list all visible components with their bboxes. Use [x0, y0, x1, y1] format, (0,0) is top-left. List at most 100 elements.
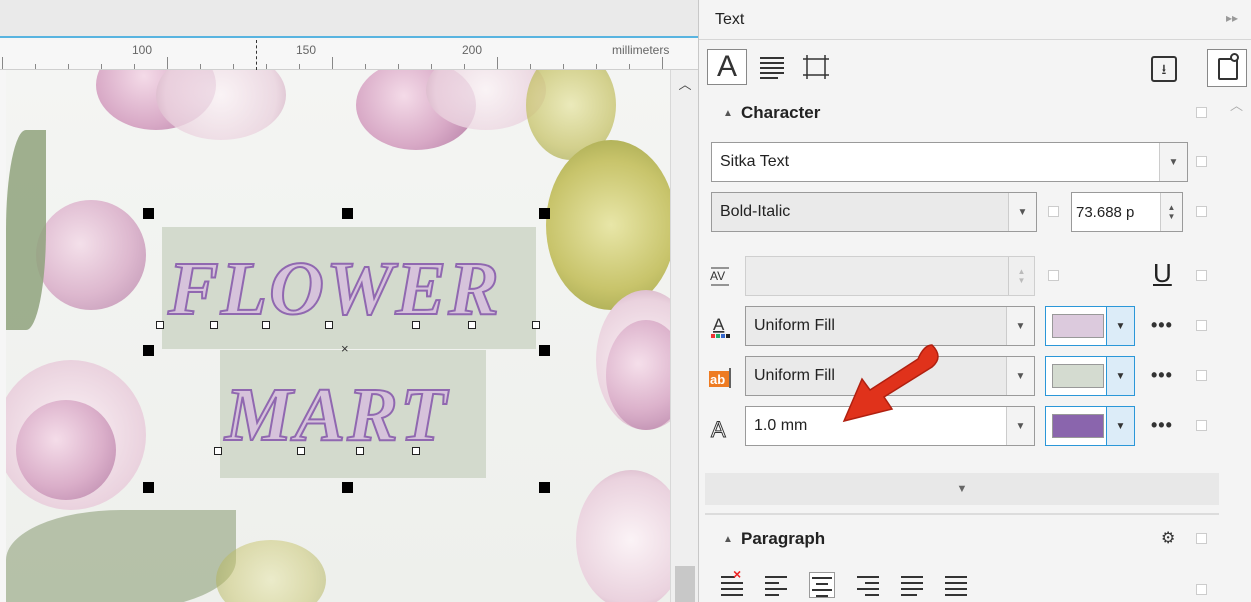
- font-family-lock-box[interactable]: [1196, 156, 1207, 167]
- svg-text:A: A: [713, 315, 725, 334]
- text-fill-icon: A: [707, 312, 735, 340]
- no-alignment-icon[interactable]: ×: [719, 566, 745, 598]
- background-fill-color-picker[interactable]: ▼: [1045, 356, 1135, 396]
- dropdown-arrow-icon[interactable]: ▼: [1006, 357, 1034, 395]
- character-section-header[interactable]: ▲ Character: [699, 94, 1219, 132]
- font-style-dropdown[interactable]: Bold-Italic ▼: [711, 192, 1037, 232]
- glyph-node[interactable]: [412, 321, 420, 329]
- frame-tab-icon[interactable]: [799, 49, 833, 85]
- freeze-docker-icon[interactable]: [1207, 49, 1247, 87]
- collapse-caret-icon[interactable]: ▲: [723, 108, 741, 119]
- expand-section-bar[interactable]: ▼: [705, 473, 1219, 505]
- docker-vertical-scrollbar[interactable]: ︿: [1224, 93, 1251, 602]
- ruler-tick: [2, 57, 3, 69]
- glyph-node[interactable]: [297, 447, 305, 455]
- dropdown-arrow-icon[interactable]: ▼: [1008, 193, 1036, 231]
- artistic-text-flower[interactable]: FLOWER: [167, 246, 501, 333]
- paragraph-settings-gear-icon[interactable]: ⚙: [1161, 528, 1175, 548]
- document-page[interactable]: FLOWER MART ×: [6, 70, 670, 602]
- underline-icon[interactable]: U: [1153, 258, 1172, 289]
- glyph-node[interactable]: [210, 321, 218, 329]
- kerning-input[interactable]: ▲ ▼: [745, 256, 1035, 296]
- selection-handle-right[interactable]: [539, 345, 550, 356]
- text-fill-lock-box[interactable]: [1196, 320, 1207, 331]
- glyph-node[interactable]: [262, 321, 270, 329]
- canvas-vertical-scrollbar[interactable]: ︿: [670, 70, 698, 602]
- ruler-tick: [101, 64, 102, 69]
- background-fill-lock-box[interactable]: [1196, 370, 1207, 381]
- drawing-canvas-area[interactable]: 100 150 200 millimeters FLOWER MART × ︿: [0, 0, 698, 602]
- selection-handle-top-right[interactable]: [539, 208, 550, 219]
- glyph-node[interactable]: [156, 321, 164, 329]
- glyph-node[interactable]: [325, 321, 333, 329]
- glyph-node[interactable]: [532, 321, 540, 329]
- outline-color-picker[interactable]: ▼: [1045, 406, 1135, 446]
- apply-to-document-icon[interactable]: ⭳: [1151, 56, 1177, 82]
- dropdown-arrow-icon[interactable]: ▼: [1106, 307, 1134, 345]
- paragraph-section-header[interactable]: ▲ Paragraph: [699, 520, 1219, 558]
- dropdown-arrow-icon[interactable]: ▼: [1106, 407, 1134, 445]
- justify-full-icon[interactable]: [899, 572, 925, 598]
- orchid-image: [576, 470, 670, 602]
- expand-chevron-icon[interactable]: ▼: [957, 483, 968, 495]
- selection-handle-bottom[interactable]: [342, 482, 353, 493]
- docker-title: Text: [715, 11, 745, 28]
- dropdown-arrow-icon[interactable]: ▼: [1106, 357, 1134, 395]
- scroll-up-icon[interactable]: ︿: [1230, 95, 1243, 114]
- selection-handle-bottom-left[interactable]: [143, 482, 154, 493]
- dropdown-arrow-icon[interactable]: ▼: [1159, 143, 1187, 181]
- ruler-label-100: 100: [132, 43, 153, 57]
- ruler-tick: [332, 57, 333, 69]
- scrollbar-thumb[interactable]: [675, 566, 695, 602]
- glyph-node[interactable]: [412, 447, 420, 455]
- selection-handle-bottom-right[interactable]: [539, 482, 550, 493]
- dropdown-arrow-icon[interactable]: ▼: [1006, 407, 1034, 445]
- kerning-icon: AV: [707, 262, 735, 290]
- force-justify-icon[interactable]: [943, 572, 969, 598]
- kerning-spinner[interactable]: ▲ ▼: [1008, 257, 1034, 295]
- artistic-text-mart[interactable]: MART: [224, 372, 448, 459]
- orchid-image: [156, 70, 286, 140]
- text-fill-color-picker[interactable]: ▼: [1045, 306, 1135, 346]
- align-right-icon[interactable]: [855, 572, 881, 598]
- dropdown-arrow-icon[interactable]: ▼: [1006, 307, 1034, 345]
- background-fill-more-button[interactable]: •••: [1151, 365, 1173, 386]
- collapse-caret-icon[interactable]: ▲: [723, 534, 741, 545]
- selection-handle-left[interactable]: [143, 345, 154, 356]
- ruler-tick: [167, 57, 168, 69]
- paragraph-tab-icon[interactable]: [755, 49, 789, 85]
- text-fill-more-button[interactable]: •••: [1151, 315, 1173, 336]
- ruler-tick: [68, 64, 69, 69]
- align-left-icon[interactable]: [763, 572, 789, 598]
- section-option-box[interactable]: [1196, 107, 1207, 118]
- svg-text:ab: ab: [710, 372, 725, 387]
- font-size-input[interactable]: 73.688 p ▲ ▼: [1071, 192, 1183, 232]
- font-style-lock-box[interactable]: [1048, 206, 1059, 217]
- underline-lock-box[interactable]: [1196, 270, 1207, 281]
- selection-handle-top-left[interactable]: [143, 208, 154, 219]
- ruler-tick: [398, 64, 399, 69]
- glyph-node[interactable]: [214, 447, 222, 455]
- alignment-lock-box[interactable]: [1196, 584, 1207, 595]
- font-size-lock-box[interactable]: [1196, 206, 1207, 217]
- text-docker: Text ▸▸ A ⭳ ▲ Character Sitka Text ▼ Bol…: [698, 0, 1251, 602]
- foliage-image: [6, 510, 236, 602]
- glyph-node[interactable]: [468, 321, 476, 329]
- align-center-icon[interactable]: [809, 572, 835, 598]
- ruler-unit-label: millimeters: [612, 43, 670, 57]
- scroll-up-icon[interactable]: ︿: [671, 74, 698, 98]
- glyph-node[interactable]: [356, 447, 364, 455]
- font-size-spinner[interactable]: ▲ ▼: [1160, 193, 1182, 231]
- ruler-tick: [266, 64, 267, 69]
- character-tab-icon[interactable]: A: [707, 49, 747, 85]
- rotation-center-marker[interactable]: ×: [341, 341, 349, 356]
- horizontal-ruler[interactable]: 100 150 200 millimeters: [0, 40, 698, 70]
- font-family-dropdown[interactable]: Sitka Text ▼: [711, 142, 1188, 182]
- paragraph-option-box[interactable]: [1196, 533, 1207, 544]
- ruler-tick: [530, 64, 531, 69]
- outline-more-button[interactable]: •••: [1151, 415, 1173, 436]
- selection-handle-top[interactable]: [342, 208, 353, 219]
- collapse-docker-icon[interactable]: ▸▸: [1226, 11, 1238, 25]
- outline-lock-box[interactable]: [1196, 420, 1207, 431]
- kerning-lock-box[interactable]: [1048, 270, 1059, 281]
